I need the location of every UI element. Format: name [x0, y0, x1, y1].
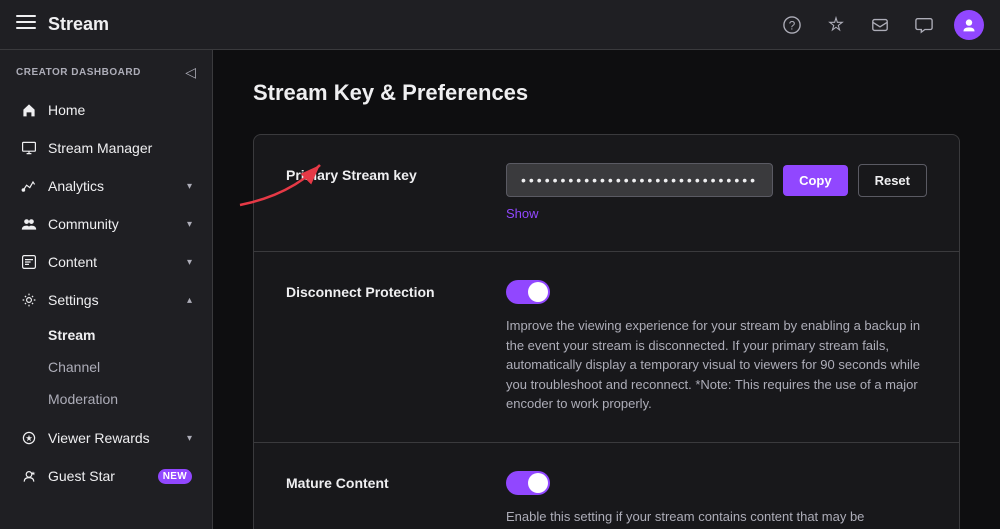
- main-content: Stream Key & Preferences Primary Stream …: [213, 50, 1000, 529]
- stream-key-section: Primary Stream key Copy Reset Show: [254, 135, 959, 252]
- stream-key-row: Copy Reset: [506, 163, 927, 197]
- topbar-icons: ?: [778, 10, 984, 40]
- stream-key-input[interactable]: [506, 163, 773, 197]
- sidebar-item-label-guest-star: Guest Star: [48, 468, 148, 484]
- mail-icon[interactable]: [866, 11, 894, 39]
- sidebar-item-label-community: Community: [48, 216, 177, 232]
- topbar: Stream ?: [0, 0, 1000, 50]
- community-chevron: ▾: [187, 219, 192, 230]
- sidebar-item-settings[interactable]: Settings ▴: [4, 281, 208, 319]
- chat-icon[interactable]: [910, 11, 938, 39]
- sidebar-item-guest-star[interactable]: Guest Star NEW: [4, 457, 208, 495]
- community-icon: [20, 215, 38, 233]
- home-icon: [20, 101, 38, 119]
- guest-star-icon: [20, 467, 38, 485]
- sidebar-item-home[interactable]: Home: [4, 91, 208, 129]
- sidebar-subitem-label-stream: Stream: [48, 327, 95, 343]
- sidebar-item-label-settings: Settings: [48, 292, 177, 308]
- sidebar-subitem-moderation[interactable]: Moderation: [4, 383, 208, 415]
- stream-key-label: Primary Stream key: [286, 163, 506, 183]
- disconnect-protection-label: Disconnect Protection: [286, 280, 506, 300]
- avatar-icon[interactable]: [954, 10, 984, 40]
- mature-content-toggle[interactable]: [506, 471, 550, 495]
- sidebar-item-content[interactable]: Content ▾: [4, 243, 208, 281]
- sidebar-subitem-label-moderation: Moderation: [48, 391, 118, 407]
- sidebar-item-label-home: Home: [48, 102, 192, 118]
- sidebar-item-stream-manager[interactable]: Stream Manager: [4, 129, 208, 167]
- settings-icon: [20, 291, 38, 309]
- disconnect-protection-content: Improve the viewing experience for your …: [506, 280, 927, 414]
- viewer-rewards-chevron: ▾: [187, 433, 192, 444]
- sidebar-item-analytics[interactable]: Analytics ▾: [4, 167, 208, 205]
- stream-manager-icon: [20, 139, 38, 157]
- sidebar-item-label-viewer-rewards: Viewer Rewards: [48, 430, 177, 446]
- stream-key-content: Copy Reset Show: [506, 163, 927, 223]
- mature-content-section: Mature Content Enable this setting if yo…: [254, 443, 959, 529]
- sidebar-item-label-stream-manager: Stream Manager: [48, 140, 192, 156]
- sidebar-item-community[interactable]: Community ▾: [4, 205, 208, 243]
- toggle-knob: [528, 282, 548, 302]
- sidebar-item-viewer-rewards[interactable]: Viewer Rewards ▾: [4, 419, 208, 457]
- sidebar-subitem-label-channel: Channel: [48, 359, 100, 375]
- mature-content-content: Enable this setting if your stream conta…: [506, 471, 927, 529]
- analytics-icon: [20, 177, 38, 195]
- new-badge: NEW: [158, 469, 192, 484]
- mature-content-label: Mature Content: [286, 471, 506, 491]
- mature-toggle-row: [506, 471, 927, 495]
- disconnect-toggle-row: [506, 280, 927, 304]
- topbar-title: Stream: [48, 14, 109, 35]
- page-title: Stream Key & Preferences: [253, 80, 960, 106]
- mature-content-description: Enable this setting if your stream conta…: [506, 507, 927, 529]
- sidebar-header: Creator Dashboard ◁: [0, 50, 212, 91]
- sidebar-subitem-channel[interactable]: Channel: [4, 351, 208, 383]
- topbar-left: Stream: [16, 14, 778, 35]
- copy-button[interactable]: Copy: [783, 165, 848, 196]
- sidebar-item-label-analytics: Analytics: [48, 178, 177, 194]
- svg-text:?: ?: [789, 19, 796, 32]
- show-link[interactable]: Show: [506, 206, 539, 221]
- sidebar-header-label: Creator Dashboard: [16, 67, 141, 78]
- settings-card: Primary Stream key Copy Reset Show Disco…: [253, 134, 960, 529]
- toggle-knob-mature: [528, 473, 548, 493]
- sidebar-item-label-content: Content: [48, 254, 177, 270]
- analytics-chevron: ▾: [187, 181, 192, 192]
- viewer-rewards-icon: [20, 429, 38, 447]
- sidebar: Creator Dashboard ◁ Home Stream Manager …: [0, 50, 213, 529]
- magic-icon[interactable]: [822, 11, 850, 39]
- disconnect-protection-section: Disconnect Protection Improve the viewin…: [254, 252, 959, 443]
- help-icon[interactable]: ?: [778, 11, 806, 39]
- menu-button[interactable]: [16, 15, 36, 35]
- settings-chevron: ▴: [187, 295, 192, 306]
- content-chevron: ▾: [187, 257, 192, 268]
- sidebar-collapse-icon[interactable]: ◁: [185, 64, 196, 81]
- main-layout: Creator Dashboard ◁ Home Stream Manager …: [0, 50, 1000, 529]
- mature-description-start: Enable this setting if your stream conta…: [506, 509, 909, 529]
- sidebar-subitem-stream[interactable]: Stream: [4, 319, 208, 351]
- content-icon: [20, 253, 38, 271]
- reset-button[interactable]: Reset: [858, 164, 927, 197]
- disconnect-protection-toggle[interactable]: [506, 280, 550, 304]
- disconnect-protection-description: Improve the viewing experience for your …: [506, 316, 927, 414]
